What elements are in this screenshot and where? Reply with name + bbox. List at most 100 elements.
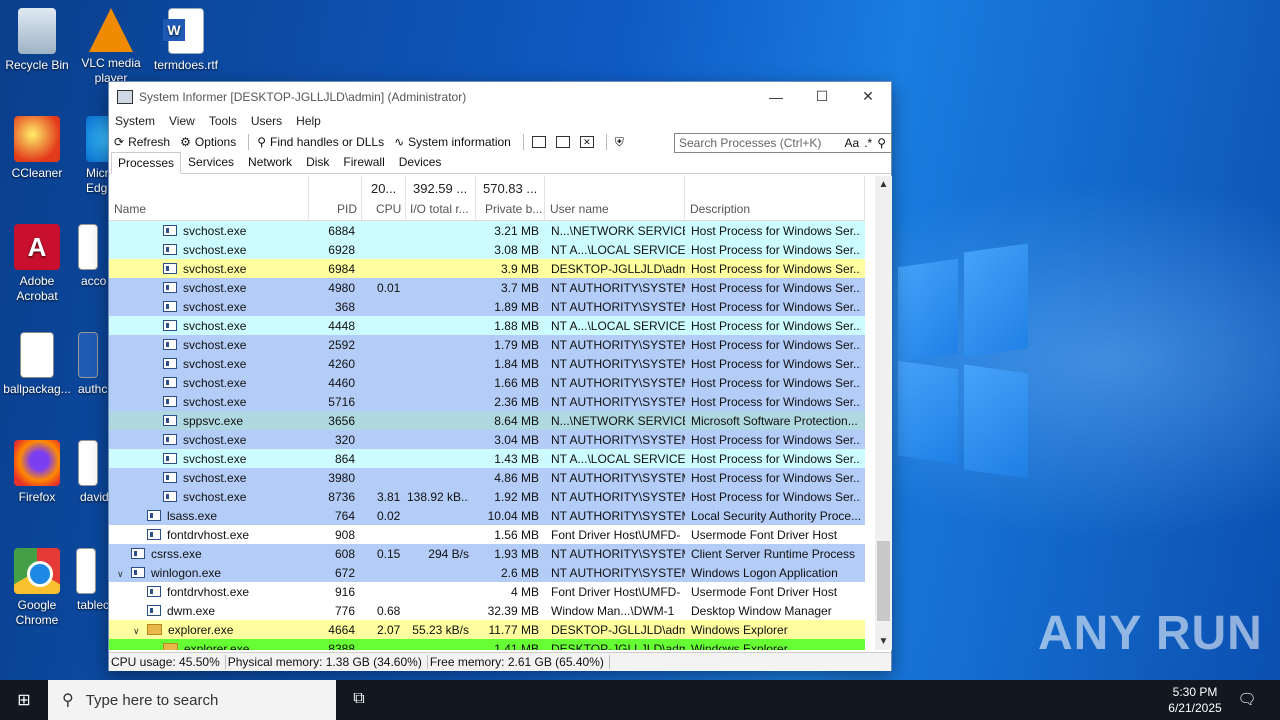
column-description[interactable]: Description — [690, 202, 750, 216]
taskbar-search-box[interactable]: ⚲ Type here to search — [48, 680, 336, 720]
collapse-chevron-icon[interactable]: ∨ — [133, 626, 147, 637]
shield-button[interactable]: ⛨ — [615, 135, 628, 150]
desktop-icon-adobe-acrobat[interactable]: Adobe Acrobat — [0, 224, 74, 304]
kill-window-icon[interactable]: ✕ — [579, 136, 594, 148]
column-name[interactable]: Name — [114, 202, 146, 216]
process-row[interactable]: fontdrvhost.exe 908 1.56 MB Font Driver Hos… — [109, 525, 865, 544]
regex-toggle[interactable]: .* — [864, 136, 872, 150]
minimize-button[interactable]: — — [753, 82, 799, 111]
process-name: svchost.exe — [183, 452, 247, 466]
process-row[interactable]: svchost.exe 8736 3.81 138.92 kB... 1.92 MB NT… — [109, 487, 865, 506]
column-cpu[interactable]: CPU — [376, 202, 401, 216]
tab-disk[interactable]: Disk — [299, 151, 336, 173]
search-processes-input[interactable]: Search Processes (Ctrl+K) Aa .* ⚲ — [674, 133, 892, 153]
desktop-icon-david[interactable]: david — [78, 440, 108, 505]
process-user: N...\NETWORK SERVICE — [551, 224, 685, 238]
process-private-bytes: 10.04 MB — [487, 509, 539, 523]
tab-firewall[interactable]: Firewall — [336, 151, 391, 173]
window-icon[interactable] — [531, 136, 546, 148]
notifications-icon[interactable]: 🗨 — [1236, 690, 1258, 710]
process-row[interactable]: svchost.exe 6928 3.08 MB NT A...\LOCAL SERV… — [109, 240, 865, 259]
process-user: NT A...\LOCAL SERVICE — [551, 243, 685, 257]
process-row[interactable]: csrss.exe 608 0.15 294 B/s 1.93 MB NT AUTHORI… — [109, 544, 865, 563]
column-io-total[interactable]: I/O total r... — [410, 202, 472, 216]
scroll-down-icon[interactable]: ▼ — [875, 633, 892, 650]
menu-view[interactable]: View — [169, 114, 195, 128]
process-name: svchost.exe — [183, 338, 247, 352]
process-row[interactable]: svchost.exe 4980 0.01 3.7 MB NT AUTHORITY\SY… — [109, 278, 865, 297]
search-icon[interactable]: ⚲ — [877, 136, 886, 150]
process-row[interactable]: ∨ winlogon.exe 672 2.6 MB NT AUTHORITY\SYSTE… — [109, 563, 865, 582]
process-row[interactable]: svchost.exe 368 1.89 MB NT AUTHORITY\SYSTEM… — [109, 297, 865, 316]
desktop-icon-termdoes[interactable]: termdoes.rtf — [149, 8, 223, 73]
process-row[interactable]: svchost.exe 5716 2.36 MB NT AUTHORITY\SYSTE… — [109, 392, 865, 411]
desktop-icon-chrome[interactable]: Google Chrome — [0, 548, 74, 628]
process-description: Host Process for Windows Ser... — [691, 395, 861, 409]
process-row[interactable]: sppsvc.exe 3656 8.64 MB N...\NETWORK SERVIC… — [109, 411, 865, 430]
taskbar: ⊞ ⚲ Type here to search ⧉ 5:30 PM 6/21/2… — [0, 680, 1280, 720]
process-row[interactable]: svchost.exe 3980 4.86 MB NT AUTHORITY\SYSTE… — [109, 468, 865, 487]
process-row[interactable]: svchost.exe 320 3.04 MB NT AUTHORITY\SYSTEM… — [109, 430, 865, 449]
title-bar[interactable]: System Informer [DESKTOP-JGLLJLD\admin] … — [109, 82, 891, 111]
process-row[interactable]: svchost.exe 6884 3.21 MB N...\NETWORK SERVI… — [109, 221, 865, 240]
desktop-icon-firefox[interactable]: Firefox — [0, 440, 74, 505]
desktop-icon-edge[interactable]: Microsoft Edge — [74, 116, 108, 196]
process-description: Host Process for Windows Ser... — [691, 338, 861, 352]
column-user-name[interactable]: User name — [550, 202, 609, 216]
desktop-icon-ccleaner[interactable]: CCleaner — [0, 116, 74, 181]
process-row[interactable]: explorer.exe 8388 1.41 MB DESKTOP-JGLLJLD\a… — [109, 639, 865, 650]
clock-date: 6/21/2025 — [1168, 701, 1222, 715]
column-private-bytes[interactable]: Private b... — [485, 202, 542, 216]
maximize-button[interactable]: ☐ — [799, 82, 845, 111]
process-row[interactable]: svchost.exe 6984 3.9 MB DESKTOP-JGLLJLD\adm… — [109, 259, 865, 278]
refresh-button[interactable]: ⟳ Refresh — [114, 135, 170, 149]
tab-devices[interactable]: Devices — [392, 151, 449, 173]
process-row[interactable]: lsass.exe 764 0.02 10.04 MB NT AUTHORITY\SYS… — [109, 506, 865, 525]
status-free-memory: Free memory: 2.61 GB (65.40%) — [428, 655, 610, 669]
menu-help[interactable]: Help — [296, 114, 321, 128]
system-information-button[interactable]: ∿ System information — [394, 135, 511, 149]
start-button[interactable]: ⊞ — [0, 680, 48, 720]
process-name: svchost.exe — [183, 471, 247, 485]
desktop-icon-recycle-bin[interactable]: Recycle Bin — [0, 8, 74, 73]
process-row[interactable]: svchost.exe 4460 1.66 MB NT AUTHORITY\SYSTE… — [109, 373, 865, 392]
process-row[interactable]: svchost.exe 4260 1.84 MB NT AUTHORITY\SYSTE… — [109, 354, 865, 373]
column-pid[interactable]: PID — [337, 202, 357, 216]
system-clock[interactable]: 5:30 PM 6/21/2025 — [1160, 684, 1230, 716]
desktop-icon-vlc[interactable]: VLC media player — [74, 8, 148, 86]
process-name: svchost.exe — [183, 357, 247, 371]
menu-tools[interactable]: Tools — [209, 114, 237, 128]
task-view-icon[interactable]: ⧉ — [348, 690, 370, 710]
menu-system[interactable]: System — [115, 114, 155, 128]
process-description: Local Security Authority Proce... — [691, 509, 861, 523]
vertical-scrollbar[interactable]: ▲ ▼ — [875, 176, 892, 650]
process-pid: 6884 — [328, 224, 355, 238]
process-description: Windows Explorer — [691, 623, 788, 637]
word-document-icon — [78, 224, 98, 270]
process-cpu: 0.68 — [377, 604, 401, 618]
find-window-icon[interactable] — [555, 136, 570, 148]
scroll-thumb[interactable] — [877, 541, 890, 621]
tab-services[interactable]: Services — [181, 151, 241, 173]
process-row[interactable]: svchost.exe 864 1.43 MB NT A...\LOCAL SERVI… — [109, 449, 865, 468]
process-row[interactable]: fontdrvhost.exe 916 4 MB Font Driver Host\U… — [109, 582, 865, 601]
desktop-icon-tablec[interactable]: tablec — [76, 548, 108, 613]
match-case-toggle[interactable]: Aa — [845, 136, 860, 150]
desktop-icon-authc[interactable]: authc — [78, 332, 108, 397]
find-handles-button[interactable]: ⚲ Find handles or DLLs — [257, 135, 384, 149]
process-row[interactable]: ∨ explorer.exe 4664 2.07 55.23 kB/s 11.77 MB D… — [109, 620, 865, 639]
close-button[interactable]: ✕ — [845, 82, 891, 111]
activity-graph-icon: ∿ — [394, 135, 405, 149]
process-pid: 3980 — [328, 471, 355, 485]
desktop-icon-ballpackag[interactable]: ballpackag... — [0, 332, 74, 397]
menu-users[interactable]: Users — [251, 114, 282, 128]
process-row[interactable]: dwm.exe 776 0.68 32.39 MB Window Man...\DWM-… — [109, 601, 865, 620]
tab-network[interactable]: Network — [241, 151, 299, 173]
process-row[interactable]: svchost.exe 2592 1.79 MB NT AUTHORITY\SYSTE… — [109, 335, 865, 354]
scroll-up-icon[interactable]: ▲ — [875, 176, 892, 193]
tab-processes[interactable]: Processes — [111, 152, 182, 174]
options-button[interactable]: ⚙ Options — [180, 135, 236, 149]
process-row[interactable]: svchost.exe 4448 1.88 MB NT A...\LOCAL SERV… — [109, 316, 865, 335]
desktop-icon-acco[interactable]: acco — [78, 224, 108, 289]
collapse-chevron-icon[interactable]: ∨ — [117, 569, 131, 580]
